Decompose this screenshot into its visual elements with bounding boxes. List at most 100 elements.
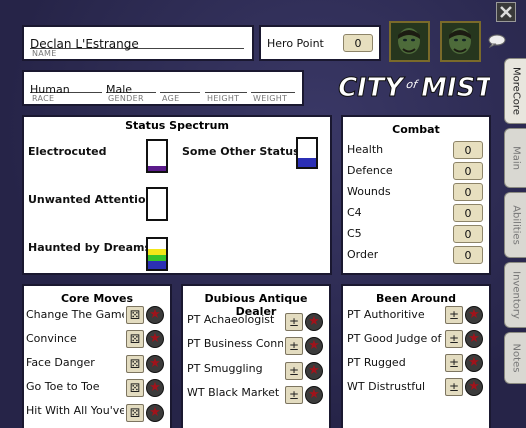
combat-counter[interactable]: 0 <box>453 225 483 243</box>
tag-label: PT Rugged <box>347 356 406 369</box>
identity-panel: Human Male RACE GENDER AGE HEIGHT WEIGHT <box>22 70 304 106</box>
status-fill <box>148 166 166 171</box>
theme-title: Been Around <box>376 292 456 305</box>
star-icon[interactable]: ★ <box>146 306 164 324</box>
tab-notes[interactable]: Notes <box>504 332 526 384</box>
race-field[interactable]: Human <box>30 78 102 96</box>
tag-label: PT Smuggling <box>187 362 263 375</box>
combat-counter[interactable]: 0 <box>453 183 483 201</box>
tag-label: PT Business Connections <box>187 337 283 350</box>
star-icon[interactable]: ★ <box>465 306 483 324</box>
token-image <box>442 23 479 60</box>
star-icon[interactable]: ★ <box>465 330 483 348</box>
gender-field[interactable]: Male <box>106 78 156 96</box>
dice-icon[interactable]: ⚄ <box>126 330 144 348</box>
star-icon[interactable]: ★ <box>146 404 164 422</box>
race-label: RACE <box>32 94 55 103</box>
plus-minus-button[interactable]: ± <box>445 378 463 396</box>
height-label: HEIGHT <box>207 94 240 103</box>
name-panel: Declan L'Estrange NAME <box>22 25 254 61</box>
character-token[interactable] <box>440 21 481 62</box>
close-button[interactable] <box>496 2 516 22</box>
plus-minus-button[interactable]: ± <box>445 354 463 372</box>
svg-text:CITY: CITY <box>335 73 407 103</box>
age-label: AGE <box>162 94 180 103</box>
status-fill <box>148 261 166 269</box>
combat-counter[interactable]: 0 <box>453 162 483 180</box>
tab-inventory[interactable]: Inventory <box>504 262 526 328</box>
core-moves-title: Core Moves <box>60 292 134 305</box>
status-meter[interactable] <box>146 139 168 173</box>
core-moves-panel: Core Moves Change The Game ⚄ ★ Convince … <box>22 284 172 428</box>
status-meter[interactable] <box>146 237 168 271</box>
svg-text:MIST: MIST <box>418 73 490 103</box>
svg-text:of: of <box>405 78 420 91</box>
dubious-antique-dealer-panel: Dubious Antique Dealer PT Achaeologist ±… <box>181 284 331 428</box>
weight-label: WEIGHT <box>253 94 288 103</box>
move-label: Change The Game <box>26 308 124 321</box>
tag-label: PT Authoritive <box>347 308 425 321</box>
plus-minus-button[interactable]: ± <box>285 313 303 331</box>
character-portrait[interactable] <box>389 21 430 62</box>
combat-label: Health <box>347 143 384 156</box>
plus-minus-button[interactable]: ± <box>285 386 303 404</box>
dice-icon[interactable]: ⚄ <box>126 404 144 422</box>
status-fill <box>148 255 166 261</box>
status-spectrum-title: Status Spectrum <box>125 119 229 132</box>
plus-minus-button[interactable]: ± <box>445 306 463 324</box>
hero-point-panel: Hero Point 0 <box>259 25 381 61</box>
star-icon[interactable]: ★ <box>146 379 164 397</box>
star-icon[interactable]: ★ <box>146 355 164 373</box>
status-spectrum-panel: Status Spectrum Electrocuted Some Other … <box>22 115 332 275</box>
combat-label: Order <box>347 248 379 261</box>
tab-label: Abilities <box>510 205 521 245</box>
tag-label: WT Black Market <box>187 386 280 399</box>
status-meter[interactable] <box>146 187 168 221</box>
status-meter[interactable] <box>296 137 318 169</box>
move-label: Face Danger <box>26 356 95 369</box>
combat-counter[interactable]: 0 <box>453 141 483 159</box>
status-label: Unwanted Attention <box>28 193 154 206</box>
dice-icon[interactable]: ⚄ <box>126 355 144 373</box>
star-icon[interactable]: ★ <box>465 354 483 372</box>
name-label: NAME <box>32 49 57 58</box>
gender-label: GENDER <box>108 94 144 103</box>
tab-label: MoreCore <box>510 67 521 115</box>
star-icon[interactable]: ★ <box>305 313 323 331</box>
tab-morecore[interactable]: MoreCore <box>504 58 526 124</box>
hero-point-label: Hero Point <box>267 37 324 50</box>
plus-minus-button[interactable]: ± <box>285 337 303 355</box>
combat-label: C4 <box>347 206 362 219</box>
star-icon[interactable]: ★ <box>146 330 164 348</box>
age-field[interactable] <box>160 78 200 93</box>
combat-counter[interactable]: 0 <box>453 204 483 222</box>
move-label: Hit With All You've <box>26 404 124 417</box>
tag-label: PT Achaeologist <box>187 313 275 326</box>
name-field[interactable]: Declan L'Estrange <box>30 33 244 51</box>
dice-icon[interactable]: ⚄ <box>126 306 144 324</box>
move-label: Go Toe to Toe <box>26 380 100 393</box>
city-of-mist-logo: CITY of MIST <box>330 64 496 108</box>
character-sheet: Declan L'Estrange NAME Hero Point 0 Huma… <box>0 0 526 428</box>
star-icon[interactable]: ★ <box>305 386 323 404</box>
status-label: Electrocuted <box>28 145 107 158</box>
portrait-image <box>391 23 428 60</box>
star-icon[interactable]: ★ <box>305 337 323 355</box>
move-label: Convince <box>26 332 77 345</box>
speech-bubble-icon[interactable] <box>488 33 506 49</box>
dice-icon[interactable]: ⚄ <box>126 379 144 397</box>
status-fill <box>298 158 316 167</box>
tab-abilities[interactable]: Abilities <box>504 192 526 258</box>
star-icon[interactable]: ★ <box>465 378 483 396</box>
plus-minus-button[interactable]: ± <box>285 362 303 380</box>
weight-field[interactable] <box>251 78 295 93</box>
combat-panel: Combat Health 0 Defence 0 Wounds 0 C4 0 … <box>341 115 491 275</box>
height-field[interactable] <box>205 78 247 93</box>
tag-label: WT Distrustful <box>347 380 426 393</box>
star-icon[interactable]: ★ <box>305 362 323 380</box>
hero-point-counter[interactable]: 0 <box>343 34 373 52</box>
tab-main[interactable]: Main <box>504 128 526 188</box>
combat-counter[interactable]: 0 <box>453 246 483 264</box>
plus-minus-button[interactable]: ± <box>445 330 463 348</box>
tab-label: Notes <box>510 343 521 373</box>
